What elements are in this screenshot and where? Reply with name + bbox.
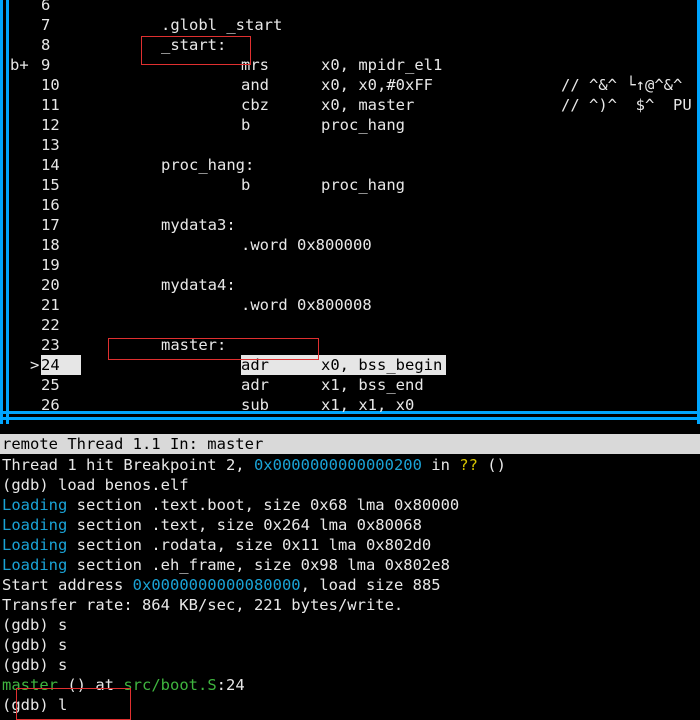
line-num: 10 [41,76,60,94]
source-line: 19 [0,255,700,275]
source-line: 7 .globl _start [0,15,700,35]
source-line: 12 b proc_hang [0,115,700,135]
line-num: 19 [41,256,60,274]
line-num: 17 [41,216,60,234]
console-line-transfer: Transfer rate: 864 KB/sec, 221 bytes/wri… [2,596,404,614]
line-marker: > [30,356,40,374]
console-line-load-cmd: (gdb) load benos.elf [2,476,189,494]
source-line: 15 b proc_hang [0,175,700,195]
source-line: 22 [0,315,700,335]
console-line-step-1: (gdb) s [2,616,68,634]
line-args: x1, bss_end [321,376,424,394]
line-marker: b+ [10,56,29,74]
console-line-loading-3: Loading section .rodata, size 0x11 lma 0… [2,536,432,554]
line-num: 18 [41,236,60,254]
line-op: b [241,116,251,134]
line-label: mydata4: [161,276,236,294]
line-num: 12 [41,116,60,134]
source-line: 18 .word 0x800000 [0,235,700,255]
source-line: 6 [0,0,700,15]
line-op: sub [241,396,269,414]
line-num: 8 [41,36,51,54]
line-label: proc_hang: [161,156,255,174]
source-line: 20 mydata4: [0,275,700,295]
line-args: proc_hang [321,176,405,194]
line-args: proc_hang [321,116,405,134]
line-num: 16 [41,196,60,214]
line-num: 7 [41,16,51,34]
line-num: 15 [41,176,60,194]
line-comment: // ^&^ └↑@^&^ [561,76,683,94]
line-op: .word 0x800008 [241,296,372,314]
line-num: 22 [41,316,60,334]
source-pane[interactable]: 6 7 .globl _start 8 _start: b+ 9 mrs x0, mpidr_e… [0,0,700,434]
line-args: x0, x0,#0xFF [321,76,433,94]
source-line: 26 sub x1, x1, x0 [0,395,700,415]
line-op: b [241,176,251,194]
line-num: 21 [41,296,60,314]
line-args: x1, x1, x0 [321,396,415,414]
source-line: 14 proc_hang: [0,155,700,175]
console-line-loading-4: Loading section .eh_frame, size 0x98 lma… [2,556,450,574]
line-num: 13 [41,136,60,154]
line-num: 20 [41,276,60,294]
line-num: 14 [41,156,60,174]
line-num: 9 [41,56,51,74]
source-line: 13 [0,135,700,155]
line-op: cbz [241,96,269,114]
highlight-box-list-cmd [16,688,131,720]
line-num: 23 [41,336,60,354]
source-line: >24 adr x0, bss_begin [0,355,700,375]
console-line-loading-1: Loading section .text.boot, size 0x68 lm… [2,496,460,514]
console-line-step-3: (gdb) s [2,656,68,674]
source-line: 11 cbz x0, master // ^)^ $^ PU [0,95,700,115]
source-line: 16 [0,195,700,215]
console-line-start-address: Start address 0x0000000000080000, load s… [2,576,441,594]
console-line-loading-2: Loading section .text, size 0x264 lma 0x… [2,516,422,534]
highlight-box-master [108,338,319,360]
highlight-box-start [141,36,251,65]
source-line: b+ 9 mrs x0, mpidr_el1 [0,55,700,75]
pane-border-bottom-inner [0,417,700,420]
source-line: 23 master: [0,335,700,355]
line-args: x0, bss_begin [321,355,447,375]
line-num: 24 [41,355,81,375]
line-label: .globl _start [161,16,283,34]
source-line: 25 adr x1, bss_end [0,375,700,395]
console-line-step-2: (gdb) s [2,636,68,654]
source-line: 10 and x0, x0,#0xFF // ^&^ └↑@^&^ [0,75,700,95]
line-num: 26 [41,396,60,414]
source-line: 8 _start: [0,35,700,55]
line-op: .word 0x800000 [241,236,372,254]
console-line-breakpoint: Thread 1 hit Breakpoint 2, 0x00000000000… [2,456,506,474]
source-line: 17 mydata3: [0,215,700,235]
status-bar: remote Thread 1.1 In: master [0,434,700,454]
line-num: 11 [41,96,60,114]
line-comment: // ^)^ $^ PU [561,96,692,114]
line-label: mydata3: [161,216,236,234]
source-line: 21 .word 0x800008 [0,295,700,315]
line-op: adr [241,376,269,394]
line-args: x0, master [321,96,415,114]
line-num: 6 [41,0,51,14]
line-num: 25 [41,376,60,394]
line-op: and [241,76,269,94]
line-args: x0, mpidr_el1 [321,56,443,74]
